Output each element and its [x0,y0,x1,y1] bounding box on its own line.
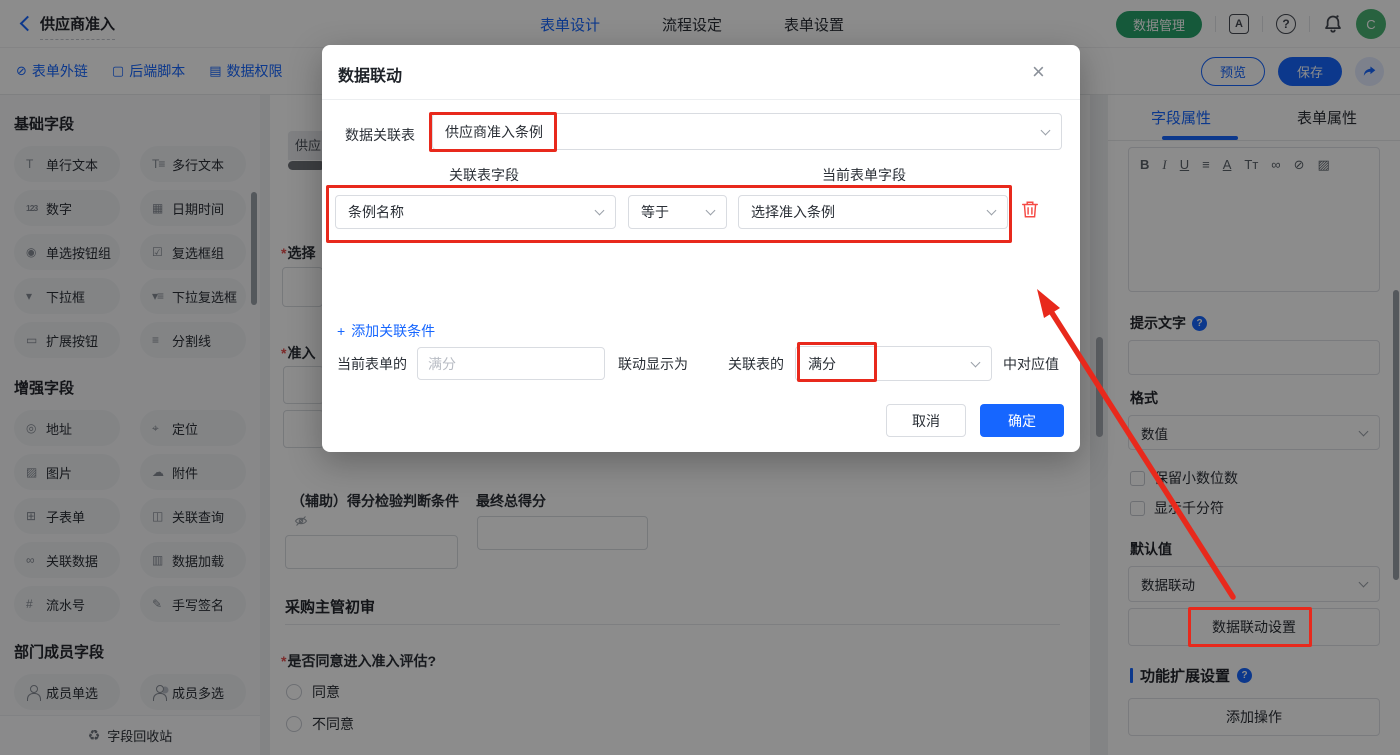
display-as-label: 联动显示为 [618,354,688,374]
close-icon[interactable]: × [1032,59,1045,85]
current-form-label: 当前表单的 [337,354,407,374]
linked-field-select[interactable]: 满分 [795,346,992,381]
data-linkage-modal: 数据联动 × 数据关联表 供应商准入条例 关联表字段 当前表单字段 条例名称 等… [322,45,1080,452]
related-field-select[interactable]: 条例名称 [335,195,616,229]
current-form-field-input[interactable] [417,347,605,380]
link-table-select[interactable]: 供应商准入条例 [432,113,1062,150]
delete-condition-button[interactable] [1021,200,1039,219]
current-field-column-header: 当前表单字段 [822,165,906,185]
cancel-button[interactable]: 取消 [886,404,966,437]
suffix-label: 中对应值 [1003,354,1059,374]
chevron-down-icon [987,206,997,216]
chevron-down-icon [971,357,981,367]
current-field-select[interactable]: 选择准入条例 [738,195,1008,229]
confirm-button[interactable]: 确定 [980,404,1064,437]
chevron-down-icon [1041,125,1051,135]
operator-select[interactable]: 等于 [628,195,727,229]
modal-title: 数据联动 [338,62,402,86]
add-condition-link[interactable]: +添加关联条件 [337,321,435,341]
related-field-column-header: 关联表字段 [449,165,519,185]
chevron-down-icon [706,206,716,216]
linked-table-label: 关联表的 [728,354,784,374]
link-table-label: 数据关联表 [345,125,415,145]
chevron-down-icon [595,206,605,216]
